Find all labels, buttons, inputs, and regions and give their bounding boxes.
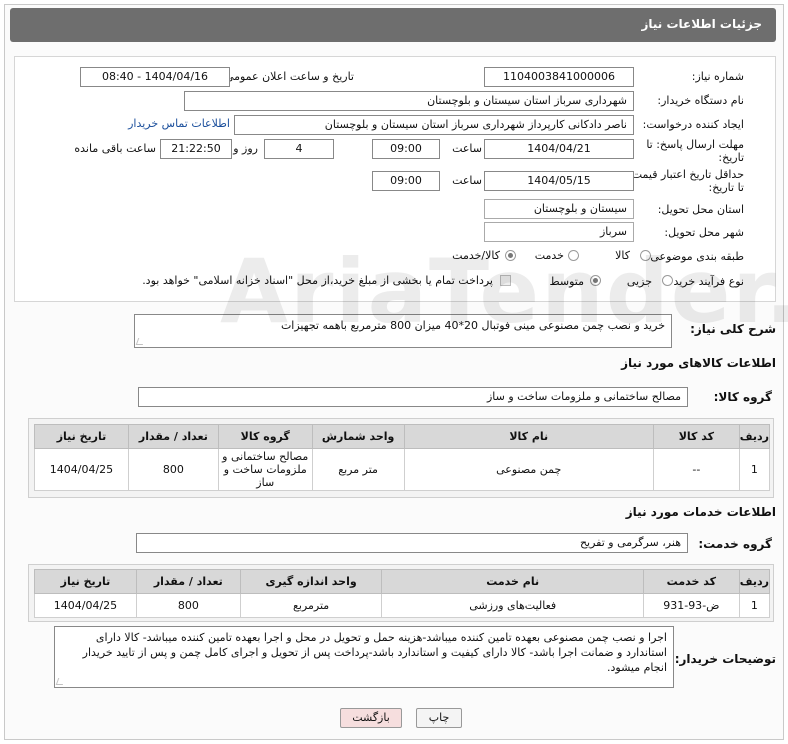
min-price-time-field: 09:00: [372, 171, 440, 191]
need-number-label: شماره نیاز:: [691, 70, 744, 83]
services-table-header: ردیف کد خدمت نام خدمت واحد اندازه گیری ت…: [34, 569, 771, 594]
category-radio-goods-service[interactable]: [505, 250, 516, 261]
title-bar: جزئیات اطلاعات نیاز: [10, 8, 776, 42]
buyer-notes-textarea: اجرا و نصب چمن مصنوعی بعهده تامین کننده …: [54, 626, 674, 688]
goods-col-unit: واحد شمارش: [311, 424, 405, 449]
services-col-qty: تعداد / مقدار: [135, 569, 241, 594]
min-price-date-field: 1404/05/15: [484, 171, 634, 191]
category-radio-goods[interactable]: [640, 250, 651, 261]
services-section-title: اطلاعات خدمات مورد نیاز: [625, 505, 776, 519]
days-field: 4: [264, 139, 334, 159]
days-label: روز و: [233, 142, 258, 155]
deadline-date-field: 1404/04/21: [484, 139, 634, 159]
buyer-notes-label: توضیحات خریدار:: [674, 652, 776, 666]
goods-row-code: --: [652, 448, 740, 491]
goods-row-date: 1404/04/25: [34, 448, 129, 491]
services-row-date: 1404/04/25: [34, 593, 137, 618]
category-radio-service[interactable]: [568, 250, 579, 261]
goods-section-title: اطلاعات کالاهای مورد نیاز: [621, 356, 776, 370]
table-row: 1 -- چمن مصنوعی متر مربع مصالح ساختمانی …: [34, 448, 771, 491]
services-row-index: 1: [738, 593, 771, 618]
process-label: نوع فرآیند خرید :: [666, 275, 744, 288]
goods-row-group: مصالح ساختمانی و ملزومات ساخت و ساز: [217, 448, 313, 491]
process-option-medium: متوسط: [549, 275, 584, 288]
deadline-label-2: تاریخ:: [718, 151, 744, 164]
services-row-code: ض-93-931: [642, 593, 740, 618]
process-radio-minor[interactable]: [662, 275, 673, 286]
goods-col-code: کد کالا: [652, 424, 740, 449]
services-col-index: ردیف: [738, 569, 771, 594]
goods-col-group: گروه کالا: [217, 424, 313, 449]
print-button[interactable]: چاپ: [416, 708, 462, 728]
category-label: طبقه بندی موضوعی:: [646, 250, 744, 263]
buyer-notes-text: اجرا و نصب چمن مصنوعی بعهده تامین کننده …: [82, 631, 667, 674]
process-radio-medium[interactable]: [590, 275, 601, 286]
process-option-minor: جزیی: [626, 275, 652, 288]
summary-label: شرح کلی نیاز:: [690, 322, 776, 336]
contact-info-link[interactable]: اطلاعات تماس خریدار: [128, 117, 230, 130]
back-button[interactable]: بازگشت: [340, 708, 402, 728]
treasury-payment-note: پرداخت تمام یا بخشی از مبلغ خرید،از محل …: [142, 274, 493, 287]
min-price-time-label: ساعت: [452, 174, 482, 187]
province-label: استان محل تحویل:: [657, 203, 744, 216]
resize-grip[interactable]: [135, 338, 146, 345]
treasury-payment-checkbox[interactable]: [500, 275, 511, 286]
city-label: شهر محل تحویل:: [664, 226, 744, 239]
goods-row-unit: متر مربع: [311, 448, 405, 491]
min-price-label-1: حداقل تاریخ اعتبار قیمت:: [628, 168, 744, 181]
creator-label: ایجاد کننده درخواست:: [642, 118, 744, 131]
creator-field: ناصر دادکانی کارپرداز شهرداری سرباز استا…: [234, 115, 634, 135]
category-option-service: خدمت: [534, 249, 564, 262]
services-row-unit: مترمربع: [239, 593, 383, 618]
services-row-name: فعالیت‌های ورزشی: [381, 593, 644, 618]
services-col-name: نام خدمت: [381, 569, 644, 594]
announce-label: تاریخ و ساعت اعلان عمومی:: [221, 70, 354, 83]
need-number-field: 1104003841000006: [484, 67, 634, 87]
services-col-date: تاریخ نیاز: [34, 569, 137, 594]
table-row: 1 ض-93-931 فعالیت‌های ورزشی مترمربع 800 …: [34, 593, 771, 618]
category-option-goods-service: کالا/خدمت: [452, 249, 500, 262]
goods-col-index: ردیف: [738, 424, 771, 449]
min-price-label-2: تا تاریخ:: [708, 181, 744, 194]
services-table: ردیف کد خدمت نام خدمت واحد اندازه گیری ت…: [34, 569, 771, 618]
page-title: جزئیات اطلاعات نیاز: [641, 17, 762, 31]
goods-row-name: چمن مصنوعی: [403, 448, 654, 491]
services-col-code: کد خدمت: [642, 569, 740, 594]
buyer-org-field: شهرداری سرباز استان سیستان و بلوچستان: [184, 91, 634, 111]
remaining-label: ساعت باقی مانده: [74, 142, 156, 155]
buyer-org-label: نام دستگاه خریدار:: [657, 94, 744, 107]
goods-group-field: مصالح ساختمانی و ملزومات ساخت و ساز: [138, 387, 688, 407]
category-option-goods: کالا: [615, 249, 630, 262]
province-field: سیستان و بلوچستان: [484, 199, 634, 219]
services-row-qty: 800: [135, 593, 241, 618]
goods-table-header: ردیف کد کالا نام کالا واحد شمارش گروه کا…: [34, 424, 771, 449]
summary-text: خرید و نصب چمن مصنوعی مینی فوتبال 20*40 …: [280, 319, 665, 332]
deadline-time-field: 09:00: [372, 139, 440, 159]
services-group-label: گروه خدمت:: [698, 537, 772, 551]
goods-row-index: 1: [738, 448, 771, 491]
deadline-label-1: مهلت ارسال پاسخ: تا: [646, 138, 744, 151]
goods-table: ردیف کد کالا نام کالا واحد شمارش گروه کا…: [34, 424, 771, 491]
city-field: سرباز: [484, 222, 634, 242]
services-col-unit: واحد اندازه گیری: [239, 569, 383, 594]
goods-col-qty: تعداد / مقدار: [127, 424, 219, 449]
goods-group-label: گروه کالا:: [713, 390, 772, 404]
deadline-time-label: ساعت: [452, 142, 482, 155]
services-group-field: هنر، سرگرمی و تفریح: [136, 533, 688, 553]
goods-col-name: نام کالا: [403, 424, 654, 449]
goods-col-date: تاریخ نیاز: [34, 424, 129, 449]
goods-row-qty: 800: [127, 448, 219, 491]
summary-textarea: خرید و نصب چمن مصنوعی مینی فوتبال 20*40 …: [134, 314, 672, 348]
resize-grip[interactable]: [55, 678, 66, 685]
remaining-time-field: 21:22:50: [160, 139, 232, 159]
announce-field: 1404/04/16 - 08:40: [80, 67, 230, 87]
